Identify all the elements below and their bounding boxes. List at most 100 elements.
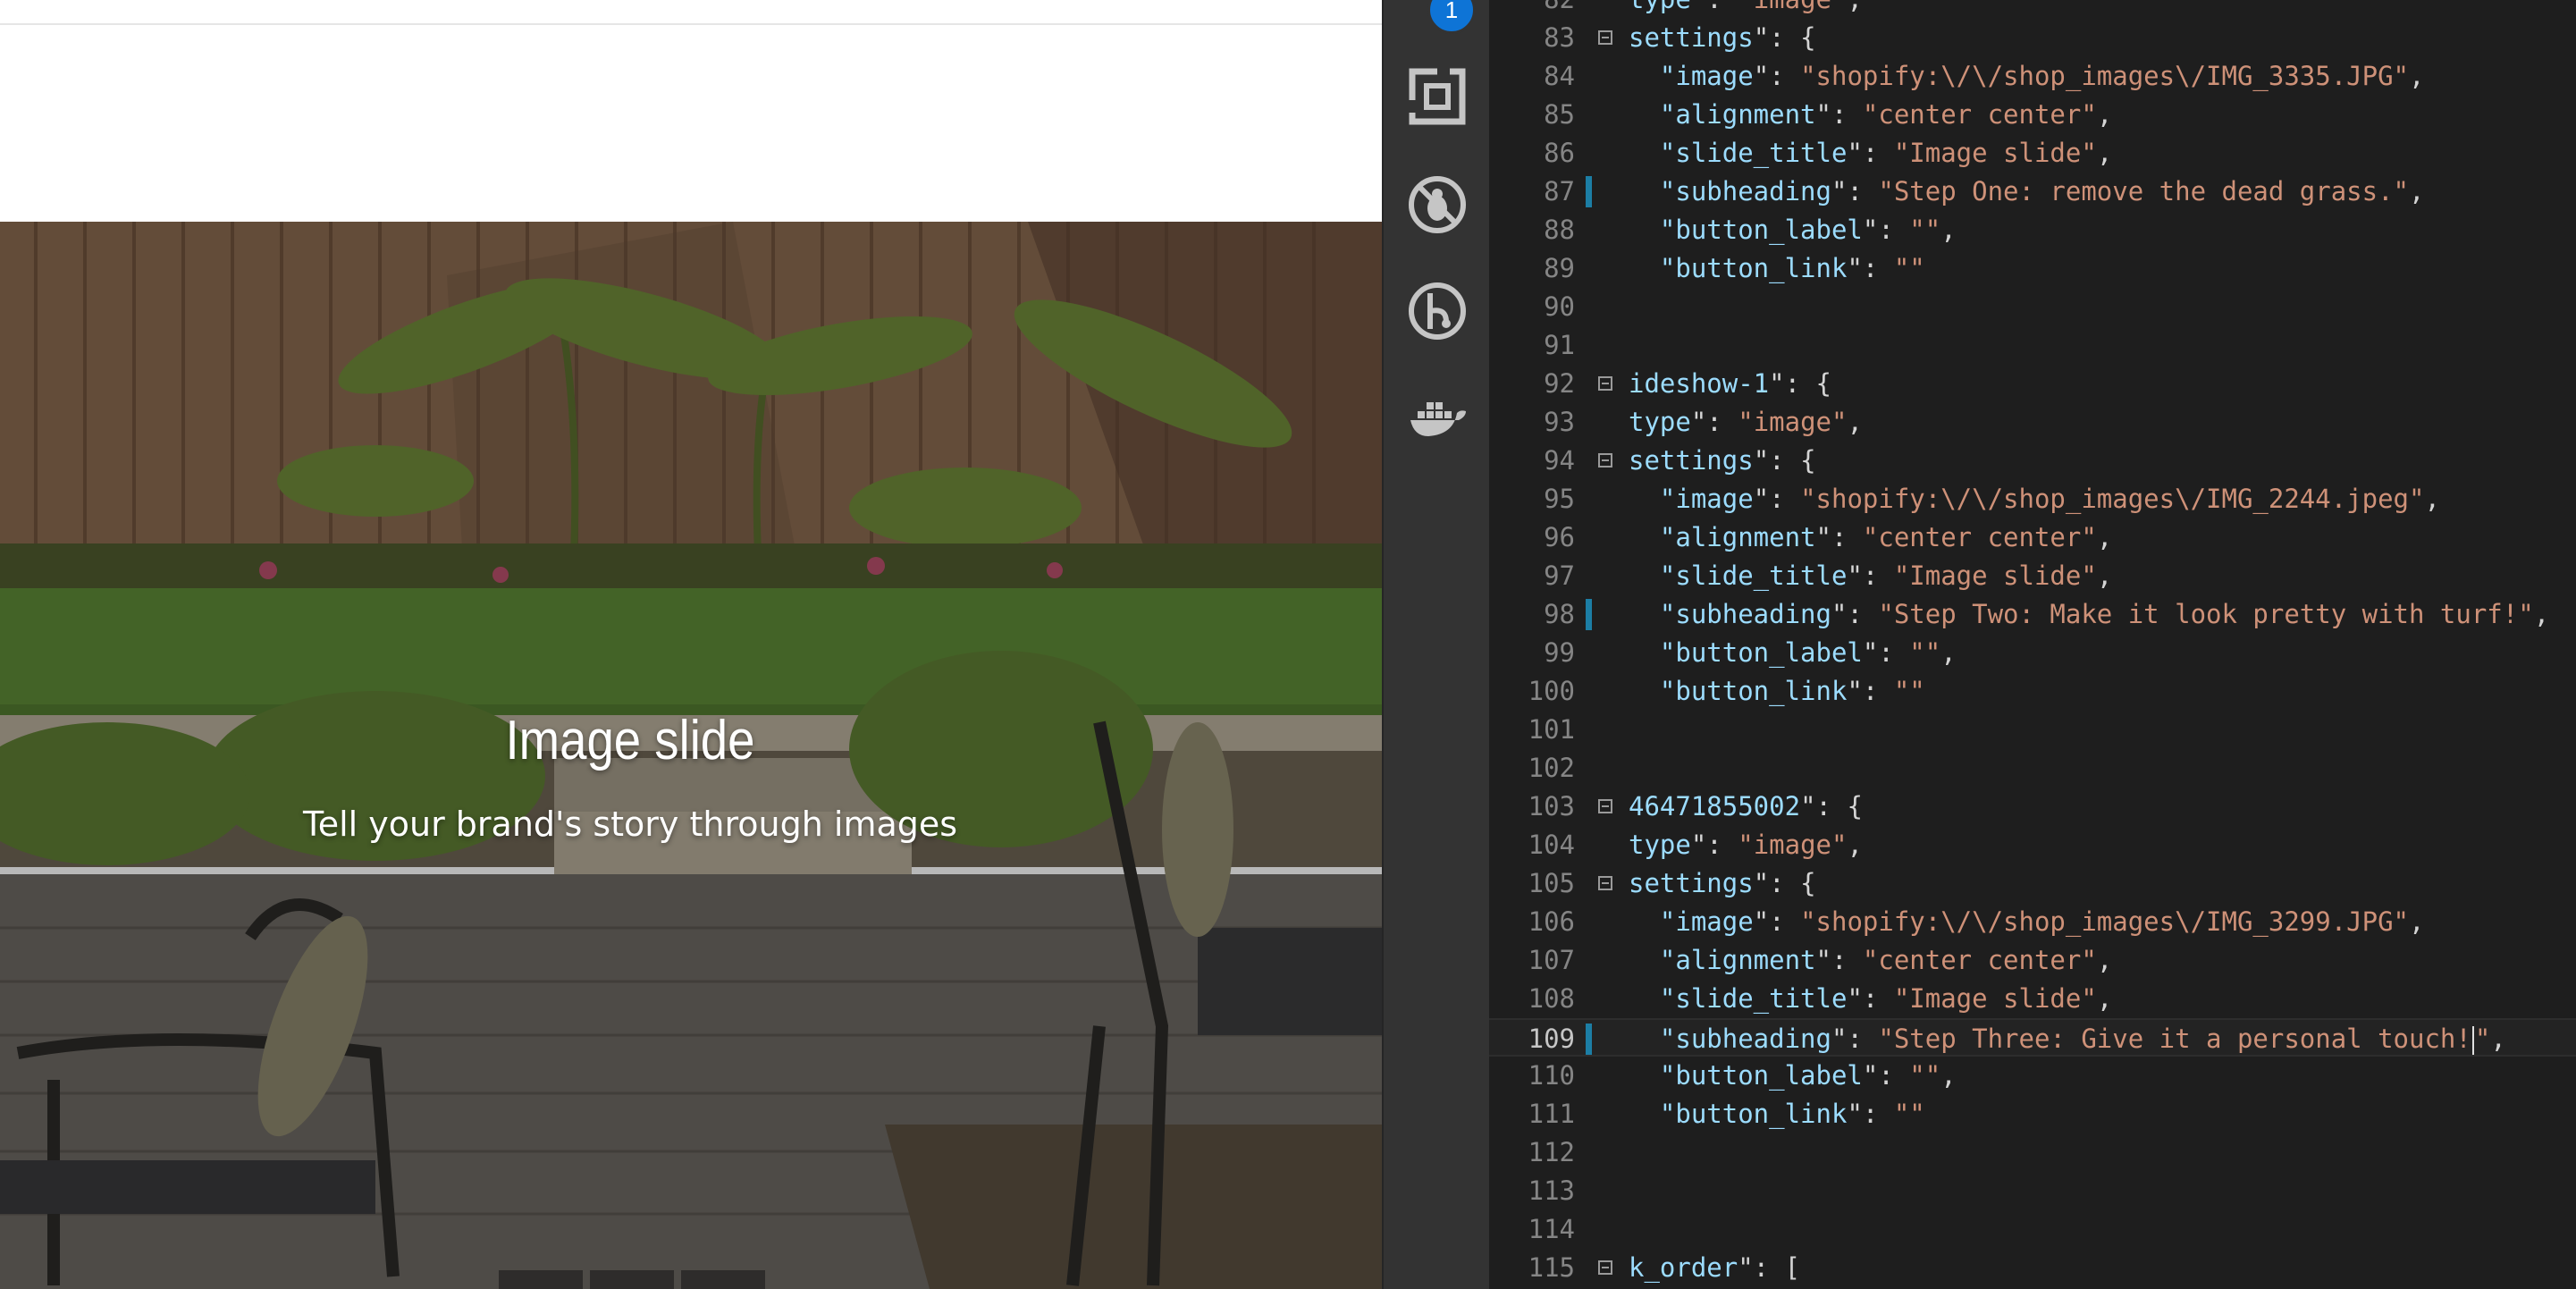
code-line[interactable]: 94 settings": {: [1489, 442, 2576, 480]
code-line[interactable]: 99 "button_label": "",: [1489, 634, 2576, 672]
code-line[interactable]: 111 "button_link": "": [1489, 1095, 2576, 1133]
code-text[interactable]: type": "image",: [1629, 403, 1863, 442]
json-key: 46471855002: [1629, 791, 1801, 821]
line-number: 86: [1544, 138, 1575, 168]
code-text[interactable]: "subheading": "Step One: remove the dead…: [1629, 173, 2425, 211]
code-text[interactable]: ideshow-1": {: [1629, 365, 1831, 403]
code-line[interactable]: 115 k_order": [: [1489, 1249, 2576, 1287]
code-line[interactable]: 91: [1489, 326, 2576, 365]
slide-dot[interactable]: [499, 1270, 583, 1289]
json-punctuation: ,: [2096, 945, 2113, 975]
code-line[interactable]: 84 "image": "shopify:\/\/shop_images\/IM…: [1489, 57, 2576, 96]
code-text[interactable]: "image": "shopify:\/\/shop_images\/IMG_2…: [1629, 480, 2440, 518]
code-text[interactable]: "alignment": "center center",: [1629, 518, 2112, 557]
line-number: 113: [1528, 1175, 1575, 1206]
code-text[interactable]: "button_label": "",: [1629, 211, 1957, 249]
fold-toggle-icon[interactable]: [1598, 1260, 1612, 1275]
json-key: "button_link: [1659, 676, 1848, 706]
code-line[interactable]: 85 "alignment": "center center",: [1489, 96, 2576, 134]
code-text[interactable]: "subheading": "Step Three: Give it a per…: [1629, 1020, 2506, 1058]
fold-toggle-icon[interactable]: [1598, 376, 1612, 391]
code-text[interactable]: 46471855002": {: [1629, 788, 1863, 826]
code-text[interactable]: "alignment": "center center",: [1629, 941, 2112, 980]
code-line[interactable]: 83 settings": {: [1489, 19, 2576, 57]
code-line[interactable]: 113: [1489, 1172, 2576, 1210]
code-text[interactable]: "button_label": "",: [1629, 634, 1957, 672]
code-line[interactable]: 114: [1489, 1210, 2576, 1249]
line-number: 108: [1528, 983, 1575, 1014]
code-line[interactable]: 103 46471855002": {: [1489, 788, 2576, 826]
code-editor[interactable]: 82type": "image",83settings": {84 "image…: [1489, 0, 2576, 1289]
line-number: 91: [1544, 330, 1575, 360]
code-text[interactable]: "slide_title": "Image slide",: [1629, 557, 2112, 595]
code-line[interactable]: 89 "button_link": "": [1489, 249, 2576, 288]
hero-slideshow[interactable]: Image slide Tell your brand's story thro…: [0, 222, 1382, 1289]
json-string: "shopify:\/\/shop_images\/IMG_3299.JPG": [1800, 906, 2409, 937]
code-text[interactable]: "image": "shopify:\/\/shop_images\/IMG_3…: [1629, 903, 2425, 941]
code-line[interactable]: 100 "button_link": "": [1489, 672, 2576, 711]
slide-dot[interactable]: [681, 1270, 765, 1289]
code-text[interactable]: settings": {: [1629, 442, 1816, 480]
json-punctuation: ,: [1940, 215, 1957, 245]
json-punctuation: ,: [2533, 599, 2550, 629]
code-line[interactable]: 101: [1489, 711, 2576, 749]
json-punctuation: ":: [1831, 1024, 1879, 1054]
code-line-current[interactable]: 109 "subheading": "Step Three: Give it a…: [1489, 1018, 2576, 1057]
code-line[interactable]: 82 type": "image",: [1489, 0, 2576, 19]
code-line[interactable]: 105 settings": {: [1489, 864, 2576, 903]
json-key: "button_label: [1659, 215, 1863, 245]
code-text[interactable]: "alignment": "center center",: [1629, 96, 2112, 134]
code-line[interactable]: 93 type": "image",: [1489, 403, 2576, 442]
code-text[interactable]: settings": {: [1629, 19, 1816, 57]
json-key: "slide_title: [1659, 138, 1848, 168]
code-line[interactable]: 97 "slide_title": "Image slide",: [1489, 557, 2576, 595]
json-punctuation: ":: [1831, 176, 1879, 206]
code-text[interactable]: settings": {: [1629, 864, 1816, 903]
code-text[interactable]: type": "image",: [1629, 826, 1863, 864]
code-line[interactable]: 96 "alignment": "center center",: [1489, 518, 2576, 557]
extensions-icon[interactable]: [1407, 66, 1468, 127]
code-text[interactable]: "button_link": "": [1629, 672, 1925, 711]
code-line[interactable]: 112: [1489, 1133, 2576, 1172]
git-icon[interactable]: [1407, 281, 1468, 341]
no-debug-icon[interactable]: [1407, 174, 1468, 235]
code-text[interactable]: "subheading": "Step Two: Make it look pr…: [1629, 595, 2549, 634]
code-line[interactable]: 87 "subheading": "Step One: remove the d…: [1489, 173, 2576, 211]
code-text[interactable]: "button_label": "",: [1629, 1057, 1957, 1095]
code-line[interactable]: 108 "slide_title": "Image slide",: [1489, 980, 2576, 1018]
code-line[interactable]: 104 type": "image",: [1489, 826, 2576, 864]
code-line[interactable]: 102: [1489, 749, 2576, 788]
code-text[interactable]: type": "image",: [1629, 0, 1863, 19]
code-line[interactable]: 95 "image": "shopify:\/\/shop_images\/IM…: [1489, 480, 2576, 518]
json-string: "image": [1738, 407, 1848, 437]
fold-toggle-icon[interactable]: [1598, 453, 1612, 468]
code-line[interactable]: 98 "subheading": "Step Two: Make it look…: [1489, 595, 2576, 634]
slide-pagination[interactable]: [499, 1270, 765, 1289]
slide-dot[interactable]: [590, 1270, 674, 1289]
code-text[interactable]: k_order": [: [1629, 1249, 1800, 1287]
code-text[interactable]: "image": "shopify:\/\/shop_images\/IMG_3…: [1629, 57, 2425, 96]
code-line[interactable]: 92 ideshow-1": {: [1489, 365, 2576, 403]
json-key: "alignment: [1659, 522, 1816, 552]
json-key: type: [1629, 830, 1691, 860]
code-text[interactable]: "button_link": "": [1629, 1095, 1925, 1133]
code-text[interactable]: "slide_title": "Image slide",: [1629, 980, 2112, 1018]
fold-toggle-icon[interactable]: [1598, 799, 1612, 813]
code-text[interactable]: "button_link": "": [1629, 249, 1925, 288]
code-line[interactable]: 106 "image": "shopify:\/\/shop_images\/I…: [1489, 903, 2576, 941]
json-key: "button_link: [1659, 253, 1848, 283]
fold-toggle-icon[interactable]: [1598, 876, 1612, 890]
fold-toggle-icon[interactable]: [1598, 30, 1612, 45]
code-line[interactable]: 88 "button_label": "",: [1489, 211, 2576, 249]
docker-icon[interactable]: [1407, 390, 1468, 451]
json-punctuation: ":: [1862, 215, 1910, 245]
code-line[interactable]: 107 "alignment": "center center",: [1489, 941, 2576, 980]
code-line[interactable]: 90: [1489, 288, 2576, 326]
code-line[interactable]: 86 "slide_title": "Image slide",: [1489, 134, 2576, 173]
code-line[interactable]: 110 "button_label": "",: [1489, 1057, 2576, 1095]
json-key: "subheading: [1659, 1024, 1831, 1054]
code-text[interactable]: "slide_title": "Image slide",: [1629, 134, 2112, 173]
line-number: 107: [1528, 945, 1575, 975]
json-punctuation: ,: [2096, 138, 2113, 168]
